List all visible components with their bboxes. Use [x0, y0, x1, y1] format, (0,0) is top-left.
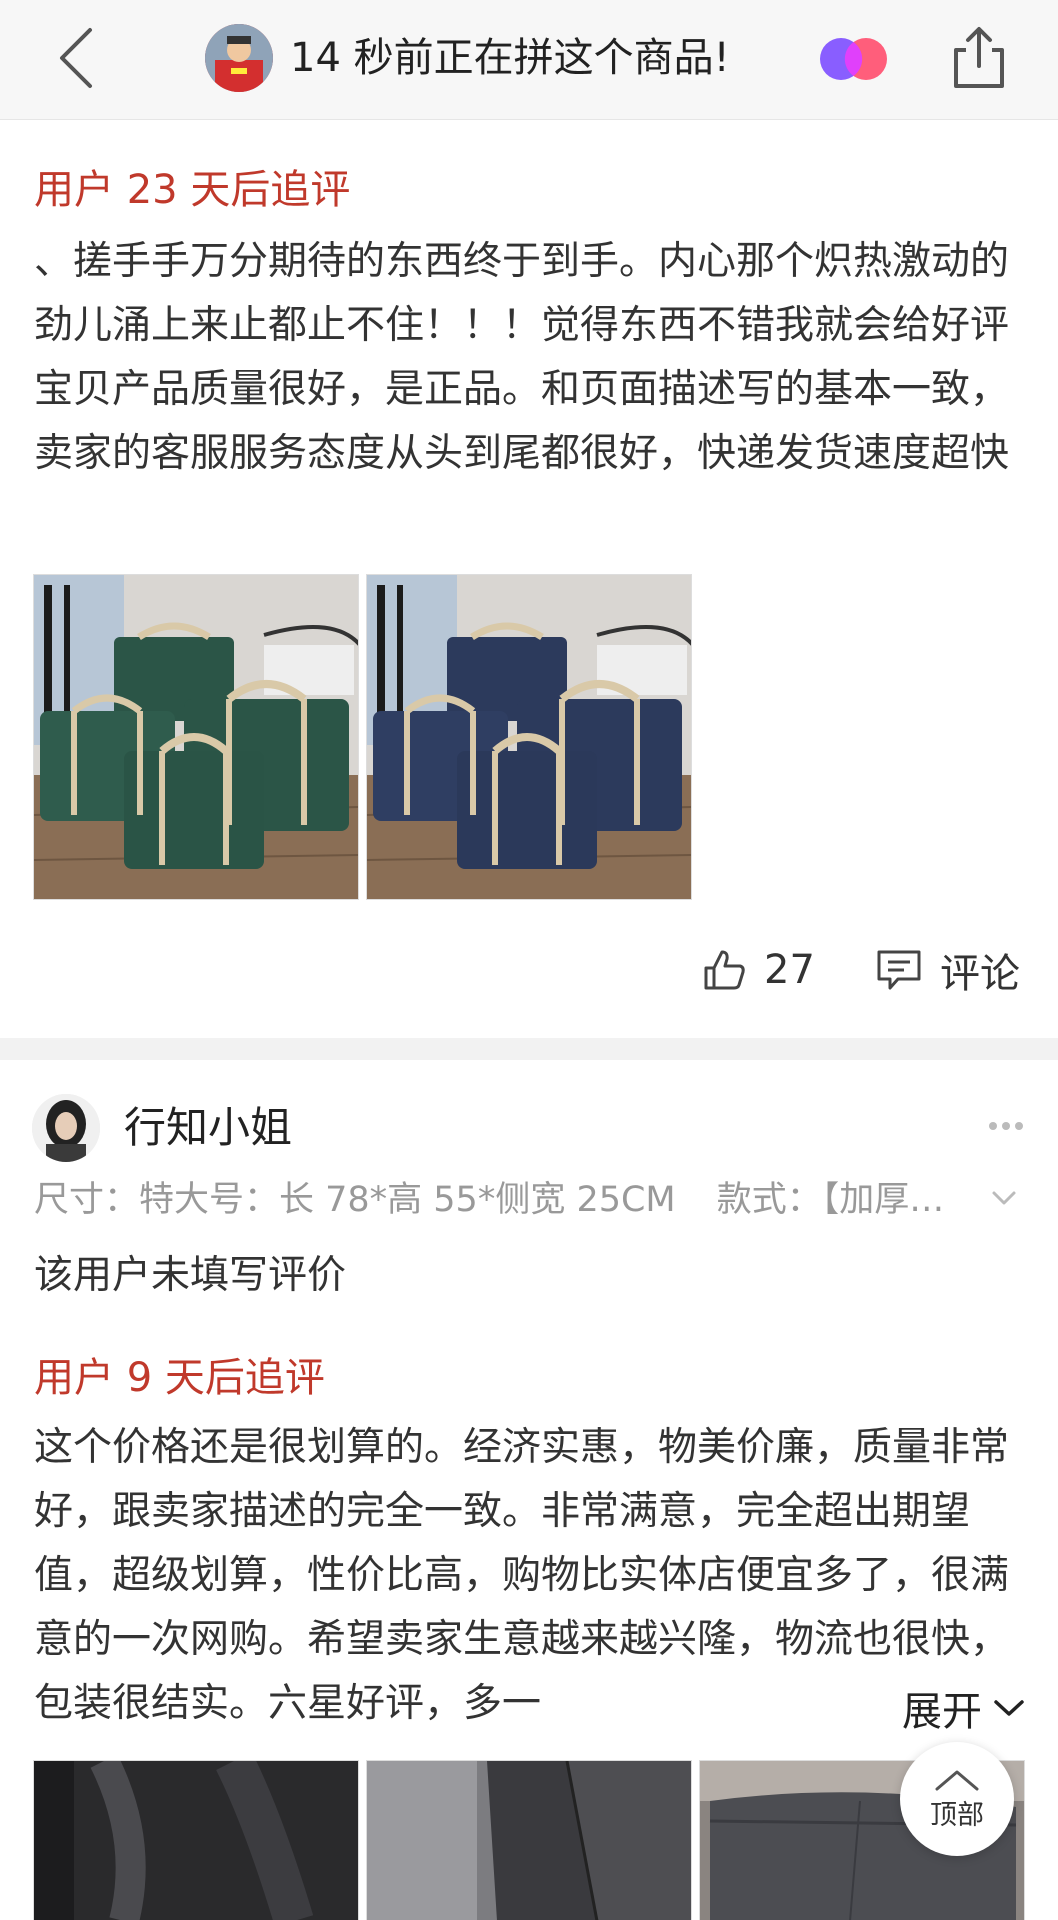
- back-chevron-icon: [60, 28, 92, 88]
- brand-circles-icon[interactable]: [818, 36, 890, 82]
- share-icon: [954, 27, 1004, 88]
- spec-style: 款式：【加厚…: [716, 1180, 945, 1220]
- navy-storage-bags-photo[interactable]: [366, 574, 692, 900]
- followup-label: 用户 23 天后追评: [34, 167, 351, 213]
- gray-bag-photo-2[interactable]: [366, 1760, 692, 1920]
- expand-button[interactable]: 展开: [810, 1676, 1040, 1740]
- gray-bag-photo-1[interactable]: [33, 1760, 359, 1920]
- comment-icon: [877, 950, 921, 990]
- more-options-button[interactable]: [986, 1112, 1026, 1140]
- section-divider: [0, 1038, 1058, 1060]
- more-dots-icon: [989, 1122, 1023, 1130]
- expand-label: 展开: [902, 1689, 982, 1735]
- like-count: 27: [764, 947, 815, 993]
- reviewer-name: 行知小姐: [124, 1103, 293, 1152]
- green-storage-bags-photo[interactable]: [33, 574, 359, 900]
- like-button[interactable]: 27: [702, 943, 815, 997]
- back-button[interactable]: [48, 22, 108, 94]
- comment-label: 评论: [940, 951, 1020, 997]
- top-bar: 14 秒前正在拼这个商品!: [0, 0, 1058, 120]
- no-review-text: 该用户未填写评价: [34, 1253, 347, 1298]
- spec-expand-chevron-icon[interactable]: [990, 1188, 1018, 1210]
- activity-user-avatar: [205, 24, 273, 92]
- activity-text: 14 秒前正在拼这个商品!: [290, 35, 730, 81]
- chevron-down-icon: [994, 1700, 1024, 1716]
- review-text: 、搓手手万分期待的东西终于到手。内心那个炽热激动的劲儿涌上来止都止不住！！！觉得…: [34, 239, 1010, 476]
- back-to-top-label: 顶部: [930, 1799, 984, 1831]
- reviewer-avatar[interactable]: [32, 1094, 100, 1162]
- back-to-top-button[interactable]: 顶部: [900, 1742, 1014, 1856]
- review-actions: 27 评论: [0, 935, 1058, 1005]
- followup-label: 用户 9 天后追评: [34, 1355, 325, 1401]
- product-spec[interactable]: 尺寸：特大号：长 78*高 55*侧宽 25CM 款式：【加厚…: [34, 1174, 1024, 1226]
- share-button[interactable]: [948, 24, 1010, 92]
- spec-size: 尺寸：特大号：长 78*高 55*侧宽 25CM: [34, 1180, 676, 1220]
- chevron-up-icon: [935, 1770, 979, 1790]
- comment-button[interactable]: 评论: [876, 943, 1020, 997]
- thumbs-up-icon: [704, 950, 745, 990]
